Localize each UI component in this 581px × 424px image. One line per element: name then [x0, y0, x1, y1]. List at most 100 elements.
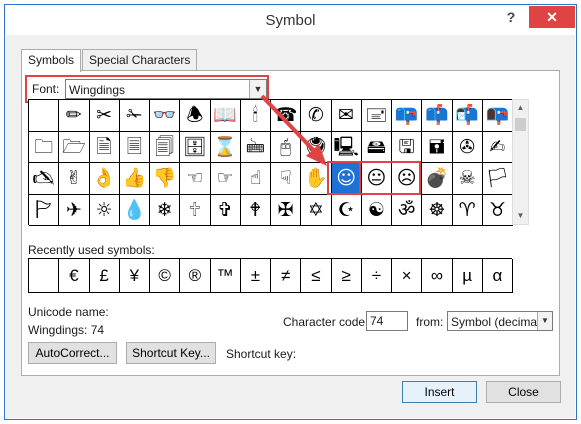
recent-symbol-cell[interactable]: α — [482, 259, 513, 293]
chevron-down-icon[interactable]: ▼ — [249, 80, 266, 98]
symbol-cell[interactable]: ☪ — [331, 194, 362, 226]
recent-symbol-cell[interactable]: £ — [89, 259, 120, 293]
symbol-cell[interactable]: ☞ — [210, 163, 241, 195]
title-bar[interactable]: Symbol ? ✕ — [5, 5, 576, 35]
symbol-cell[interactable]: 🗁 — [59, 131, 90, 163]
symbol-cell[interactable]: 🕯 — [240, 100, 271, 132]
character-code-input[interactable]: 74 — [366, 311, 408, 331]
symbol-cell[interactable]: ☯ — [361, 194, 392, 226]
symbol-cell[interactable]: ✞ — [210, 194, 241, 226]
symbol-cell[interactable]: 🕭 — [180, 100, 211, 132]
symbol-cell[interactable]: 📭 — [482, 100, 513, 132]
symbol-cell[interactable]: 🖴 — [361, 131, 392, 163]
recent-symbol-cell[interactable]: ∞ — [422, 259, 453, 293]
recent-symbol-cell[interactable]: × — [392, 259, 423, 293]
shortcut-key-button[interactable]: Shortcut Key... — [126, 342, 216, 364]
symbol-cell[interactable]: 🖰 — [271, 131, 302, 163]
tab-symbols[interactable]: Symbols — [21, 49, 82, 72]
scroll-thumb[interactable] — [515, 118, 526, 131]
symbol-cell[interactable]: 🏱 — [29, 194, 60, 226]
font-value: Wingdings — [69, 83, 126, 97]
symbol-cell[interactable]: ✈ — [59, 194, 90, 226]
recent-symbol-cell[interactable]: ≤ — [301, 259, 332, 293]
symbol-cell[interactable]: ☝ — [240, 163, 271, 195]
symbol-cell[interactable]: ✍ — [482, 131, 513, 163]
symbol-cell[interactable]: 🖫 — [392, 131, 423, 163]
symbol-cell[interactable]: ☠ — [452, 163, 483, 195]
symbol-cell[interactable]: 🕈 — [240, 194, 271, 226]
faces-highlight — [359, 161, 421, 195]
chevron-down-icon[interactable]: ▼ — [537, 312, 552, 330]
symbol-cell[interactable]: ☼ — [89, 194, 120, 226]
symbol-cell[interactable]: 🗀 — [29, 131, 60, 163]
symbol-cell[interactable]: 👓 — [150, 100, 181, 132]
shortcut-key-label: Shortcut key: — [226, 347, 297, 361]
symbol-cell[interactable]: ✠ — [271, 194, 302, 226]
insert-button[interactable]: Insert — [402, 381, 477, 403]
symbol-cell[interactable]: ✌ — [59, 163, 90, 195]
symbol-cell[interactable]: ♈ — [452, 194, 483, 226]
recent-symbol-cell[interactable]: ≥ — [331, 259, 362, 293]
symbol-cell[interactable]: 🖎 — [29, 163, 60, 195]
recent-symbol-cell[interactable]: © — [150, 259, 181, 293]
recent-symbol-cell[interactable]: ¥ — [119, 259, 150, 293]
recent-symbol-cell[interactable]: µ — [452, 259, 483, 293]
symbol-cell[interactable] — [29, 100, 60, 132]
symbol-cell[interactable]: ☟ — [271, 163, 302, 195]
symbol-cell[interactable]: 📪 — [392, 100, 423, 132]
scroll-down-icon[interactable]: ▼ — [513, 208, 528, 224]
close-button[interactable]: Close — [486, 381, 561, 403]
symbol-cell[interactable]: ☜ — [180, 163, 211, 195]
symbol-cell[interactable]: ✏ — [59, 100, 90, 132]
autocorrect-button[interactable]: AutoCorrect... — [28, 342, 117, 364]
tab-special-characters[interactable]: Special Characters — [82, 49, 198, 71]
recent-symbol-cell[interactable]: ≠ — [271, 259, 302, 293]
unicode-name-label: Unicode name: — [28, 305, 109, 319]
symbol-cell[interactable]: 📬 — [452, 100, 483, 132]
symbol-cell[interactable]: 🗏 — [119, 131, 150, 163]
symbol-cell[interactable]: ❄ — [150, 194, 181, 226]
symbol-cell[interactable]: 🖮 — [240, 131, 271, 163]
symbol-cell[interactable]: ☎ — [271, 100, 302, 132]
symbol-cell[interactable]: 🗄 — [180, 131, 211, 163]
symbol-cell[interactable]: 👎 — [150, 163, 181, 195]
from-value: Symbol (decimal) — [451, 315, 537, 329]
symbol-cell[interactable]: 🏳 — [482, 163, 513, 195]
symbol-cell[interactable]: 🖳 — [331, 131, 362, 163]
help-button[interactable]: ? — [503, 9, 519, 29]
symbol-cell[interactable]: 📫 — [422, 100, 453, 132]
symbol-cell[interactable]: ✇ — [452, 131, 483, 163]
close-window-button[interactable]: ✕ — [529, 6, 575, 28]
font-dropdown[interactable]: Wingdings ▼ — [65, 79, 267, 99]
symbol-grid-scrollbar[interactable]: ▲ ▼ — [512, 99, 529, 225]
symbol-cell[interactable]: 🖲 — [301, 131, 332, 163]
symbol-cell[interactable]: 🖃 — [361, 100, 392, 132]
smiley-highlight — [327, 161, 361, 195]
symbol-cell[interactable]: 👌 — [89, 163, 120, 195]
symbol-cell[interactable]: 🗎 — [89, 131, 120, 163]
symbol-cell[interactable]: 💣 — [422, 163, 453, 195]
recent-symbol-cell[interactable] — [29, 259, 60, 293]
symbol-cell[interactable]: ✡ — [301, 194, 332, 226]
symbol-cell[interactable]: ✆ — [301, 100, 332, 132]
recent-symbol-cell[interactable]: ± — [240, 259, 271, 293]
symbol-cell[interactable]: 🗐 — [150, 131, 181, 163]
symbol-cell[interactable]: ॐ — [392, 194, 423, 226]
symbol-cell[interactable]: 🖬 — [422, 131, 453, 163]
from-dropdown[interactable]: Symbol (decimal) ▼ — [447, 311, 553, 331]
symbol-cell[interactable]: ✁ — [119, 100, 150, 132]
symbol-cell[interactable]: ♉ — [482, 194, 513, 226]
recent-symbol-cell[interactable]: ™ — [210, 259, 241, 293]
recent-symbol-cell[interactable]: ÷ — [361, 259, 392, 293]
symbol-cell[interactable]: 🕆 — [180, 194, 211, 226]
symbol-cell[interactable]: ✂ — [89, 100, 120, 132]
symbol-cell[interactable]: 👍 — [119, 163, 150, 195]
scroll-up-icon[interactable]: ▲ — [513, 100, 528, 116]
symbol-cell[interactable]: 💧 — [119, 194, 150, 226]
symbol-cell[interactable]: 📖 — [210, 100, 241, 132]
recent-symbol-cell[interactable]: ® — [180, 259, 211, 293]
symbol-cell[interactable]: ⌛ — [210, 131, 241, 163]
recent-symbol-cell[interactable]: € — [59, 259, 90, 293]
symbol-cell[interactable]: ✉ — [331, 100, 362, 132]
symbol-cell[interactable]: ☸ — [422, 194, 453, 226]
